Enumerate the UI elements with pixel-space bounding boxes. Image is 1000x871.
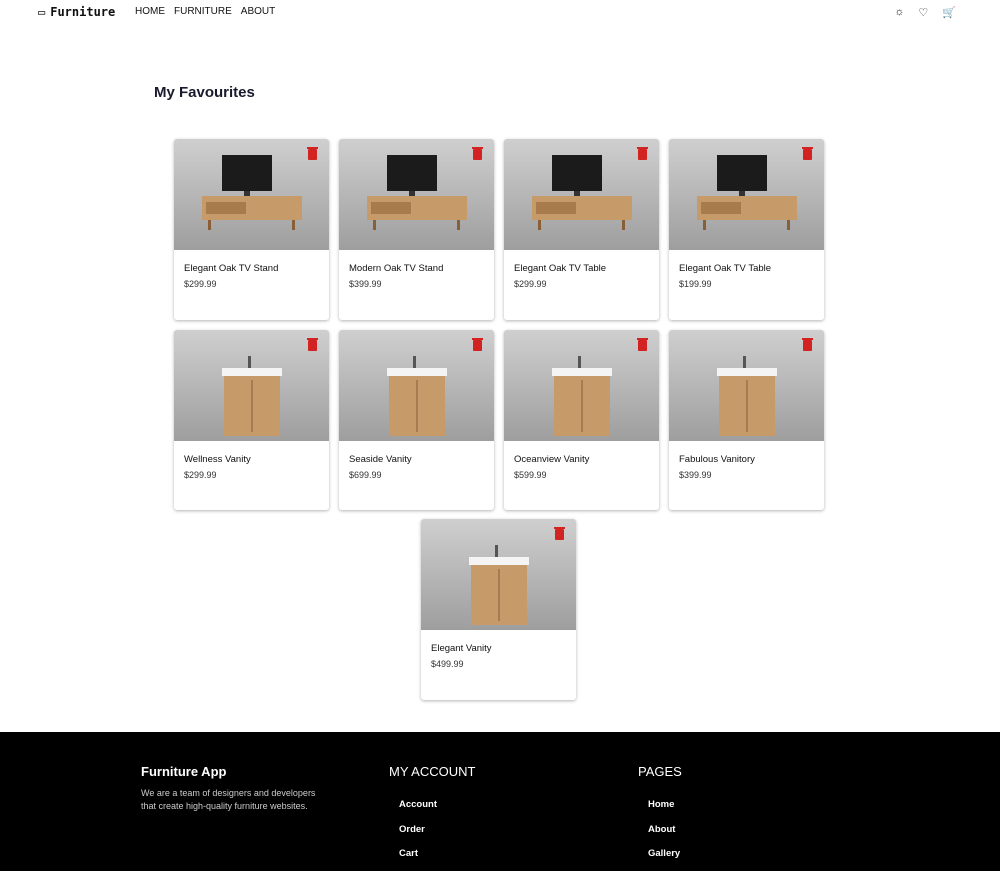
product-card[interactable]: Fabulous Vanitory $399.99	[669, 330, 824, 510]
product-image[interactable]	[504, 330, 659, 441]
product-name: Elegant Vanity	[431, 643, 492, 654]
product-name: Oceanview Vanity	[514, 454, 590, 465]
cart-icon[interactable]: 🛒	[942, 6, 956, 19]
product-image[interactable]	[174, 330, 329, 441]
delete-icon[interactable]	[802, 147, 813, 160]
nav-about[interactable]: ABOUT	[241, 6, 275, 17]
sofa-icon: ▭	[38, 5, 46, 19]
product-price: $199.99	[679, 279, 712, 289]
product-image[interactable]	[174, 139, 329, 250]
product-name: Modern Oak TV Stand	[349, 263, 444, 274]
delete-icon[interactable]	[637, 147, 648, 160]
product-price: $299.99	[184, 279, 217, 289]
nav-home[interactable]: HOME	[135, 6, 165, 17]
product-price: $299.99	[514, 279, 547, 289]
footer-link-about[interactable]: About	[648, 824, 675, 835]
brand-logo[interactable]: ▭ Furniture	[38, 5, 115, 19]
product-name: Elegant Oak TV Stand	[184, 263, 279, 274]
theme-toggle-icon[interactable]: ☼	[894, 6, 904, 19]
product-card[interactable]: Elegant Oak TV Stand $299.99	[174, 139, 329, 320]
product-name: Wellness Vanity	[184, 454, 251, 465]
product-name: Fabulous Vanitory	[679, 454, 755, 465]
delete-icon[interactable]	[472, 147, 483, 160]
product-price: $299.99	[184, 470, 217, 480]
product-card[interactable]: Wellness Vanity $299.99	[174, 330, 329, 510]
delete-icon[interactable]	[802, 338, 813, 351]
product-card[interactable]: Seaside Vanity $699.99	[339, 330, 494, 510]
product-image[interactable]	[669, 330, 824, 441]
page-title: My Favourites	[154, 84, 255, 101]
product-name: Seaside Vanity	[349, 454, 412, 465]
product-card[interactable]: Elegant Oak TV Table $299.99	[504, 139, 659, 320]
product-price: $599.99	[514, 470, 547, 480]
footer-link-account[interactable]: Account	[399, 799, 437, 810]
footer: Furniture App We are a team of designers…	[0, 732, 1000, 871]
footer-description: We are a team of designers and developer…	[141, 788, 316, 811]
heart-icon[interactable]: ♡	[918, 6, 928, 19]
delete-icon[interactable]	[307, 147, 318, 160]
brand-name: Furniture	[50, 5, 116, 19]
product-card[interactable]: Modern Oak TV Stand $399.99	[339, 139, 494, 320]
product-card[interactable]: Elegant Oak TV Table $199.99	[669, 139, 824, 320]
product-card[interactable]: Elegant Vanity $499.99	[421, 519, 576, 700]
my-account-heading: MY ACCOUNT	[389, 764, 476, 779]
footer-link-cart[interactable]: Cart	[399, 848, 418, 859]
product-image[interactable]	[504, 139, 659, 250]
product-name: Elegant Oak TV Table	[679, 263, 772, 274]
product-image[interactable]	[339, 330, 494, 441]
delete-icon[interactable]	[307, 338, 318, 351]
delete-icon[interactable]	[554, 527, 565, 540]
footer-link-order[interactable]: Order	[399, 824, 425, 835]
delete-icon[interactable]	[472, 338, 483, 351]
product-image[interactable]	[421, 519, 576, 630]
nav-furniture[interactable]: FURNITURE	[174, 6, 232, 17]
pages-heading: PAGES	[638, 764, 682, 779]
product-card[interactable]: Oceanview Vanity $599.99	[504, 330, 659, 510]
product-image[interactable]	[669, 139, 824, 250]
footer-link-home[interactable]: Home	[648, 799, 674, 810]
product-price: $399.99	[679, 470, 712, 480]
product-price: $499.99	[431, 659, 464, 669]
product-image[interactable]	[339, 139, 494, 250]
footer-link-gallery[interactable]: Gallery	[648, 848, 680, 859]
delete-icon[interactable]	[637, 338, 648, 351]
top-nav: ▭ Furniture HOME FURNITURE ABOUT ☼ ♡ 🛒	[0, 0, 1000, 26]
product-price: $399.99	[349, 279, 382, 289]
product-price: $699.99	[349, 470, 382, 480]
product-name: Elegant Oak TV Table	[514, 263, 607, 274]
footer-brand: Furniture App	[141, 764, 227, 779]
